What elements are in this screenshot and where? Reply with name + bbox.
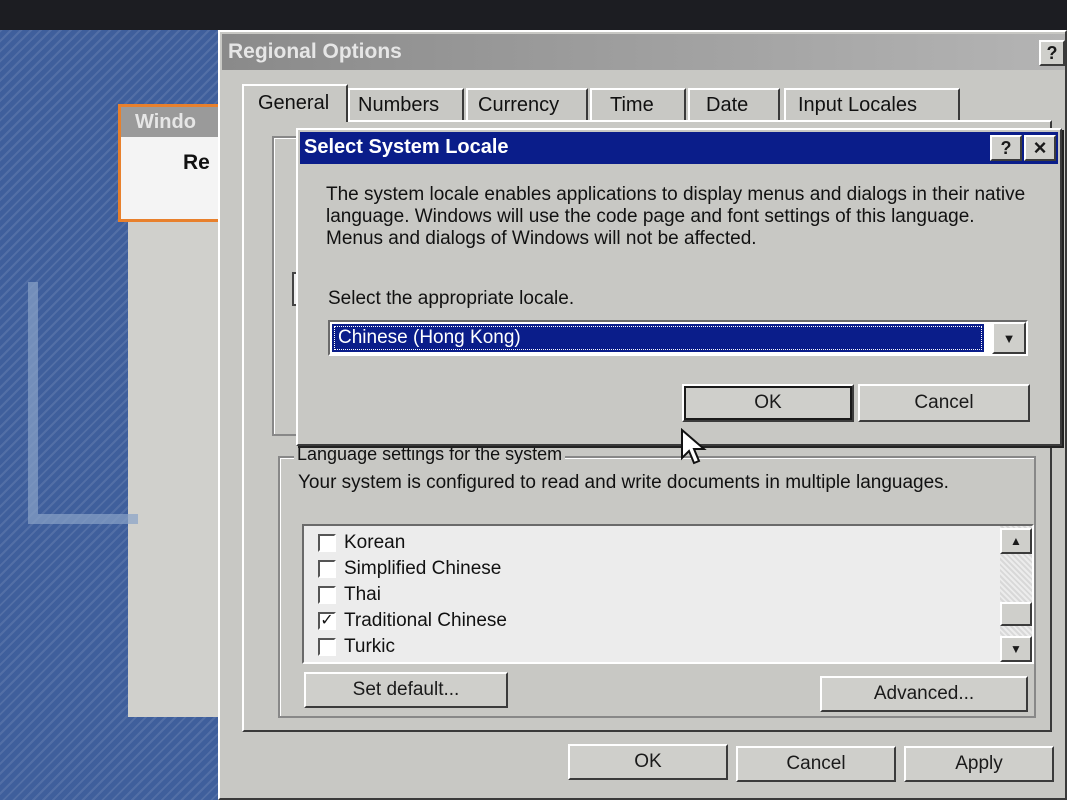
tab-time[interactable]: Time xyxy=(590,88,686,120)
checkbox-simplified-chinese[interactable] xyxy=(318,560,336,578)
locale-dialog-close-button[interactable]: × xyxy=(1024,135,1056,161)
chevron-down-icon: ▼ xyxy=(1002,330,1016,346)
tab-numbers[interactable]: Numbers xyxy=(348,88,464,120)
tab-input-locales[interactable]: Input Locales xyxy=(784,88,960,120)
language-item-traditional-chinese[interactable]: ✓ Traditional Chinese xyxy=(318,610,507,632)
locale-dialog-description: The system locale enables applications t… xyxy=(326,184,1026,249)
mouse-cursor-icon xyxy=(681,428,707,465)
locale-combobox[interactable]: Chinese (Hong Kong) ▼ xyxy=(328,320,1028,356)
select-system-locale-dialog: Select System Locale ? × The system loca… xyxy=(296,128,1062,446)
language-item-turkic[interactable]: Turkic xyxy=(318,636,395,658)
checkbox-thai[interactable] xyxy=(318,586,336,604)
language-item-thai[interactable]: Thai xyxy=(318,584,381,606)
desktop-outline xyxy=(28,282,138,524)
tab-date[interactable]: Date xyxy=(688,88,780,120)
locale-dialog-title: Select System Locale xyxy=(304,136,509,158)
language-item-simplified-chinese[interactable]: Simplified Chinese xyxy=(318,558,501,580)
background-window-lower xyxy=(128,222,230,717)
background-window-title: Windo xyxy=(135,111,196,133)
tab-general[interactable]: General xyxy=(242,84,348,122)
scroll-down-button[interactable]: ▼ xyxy=(1000,636,1032,662)
background-window-text: Re xyxy=(183,151,210,174)
close-icon: × xyxy=(1033,135,1047,160)
regional-apply-button[interactable]: Apply xyxy=(904,746,1054,782)
arrow-up-icon: ▲ xyxy=(1010,534,1022,548)
language-item-korean[interactable]: Korean xyxy=(318,532,405,554)
arrow-down-icon: ▼ xyxy=(1010,642,1022,656)
regional-options-titlebar: Regional Options ? xyxy=(222,34,1065,70)
set-default-button[interactable]: Set default... xyxy=(304,672,508,708)
locale-cancel-button[interactable]: Cancel xyxy=(858,384,1030,422)
scroll-thumb[interactable] xyxy=(1000,602,1032,626)
language-list-scrollbar[interactable]: ▲ ▼ xyxy=(1000,526,1032,662)
language-list[interactable]: Korean Simplified Chinese Thai ✓ Traditi… xyxy=(302,524,1034,664)
locale-ok-button[interactable]: OK xyxy=(682,384,854,422)
locale-dialog-help-button[interactable]: ? xyxy=(990,135,1022,161)
regional-cancel-button[interactable]: Cancel xyxy=(736,746,896,782)
regional-help-button[interactable]: ? xyxy=(1039,40,1065,66)
locale-combobox-value: Chinese (Hong Kong) xyxy=(332,324,984,352)
language-settings-label: Language settings for the system xyxy=(294,444,566,465)
language-settings-description: Your system is configured to read and wr… xyxy=(298,472,949,493)
checkbox-turkic[interactable] xyxy=(318,638,336,656)
checkbox-korean[interactable] xyxy=(318,534,336,552)
regional-ok-button[interactable]: OK xyxy=(568,744,728,780)
advanced-button[interactable]: Advanced... xyxy=(820,676,1028,712)
checkbox-traditional-chinese[interactable]: ✓ xyxy=(318,612,336,630)
locale-select-label: Select the appropriate locale. xyxy=(328,288,575,309)
locale-dropdown-button[interactable]: ▼ xyxy=(992,322,1026,354)
regional-options-title: Regional Options xyxy=(228,40,402,63)
locale-dialog-titlebar: Select System Locale ? × xyxy=(300,132,1058,164)
tab-currency[interactable]: Currency xyxy=(466,88,588,120)
scroll-up-button[interactable]: ▲ xyxy=(1000,528,1032,554)
